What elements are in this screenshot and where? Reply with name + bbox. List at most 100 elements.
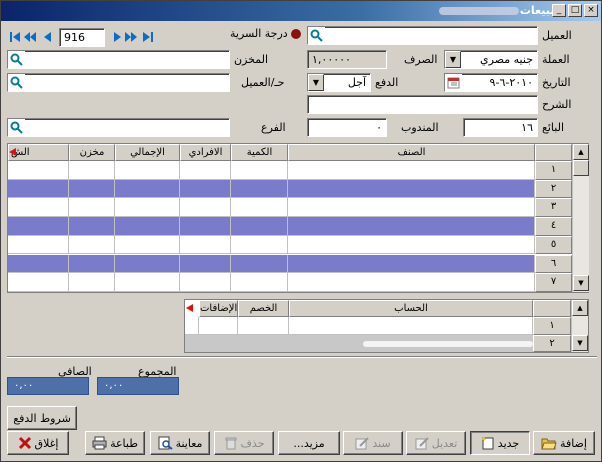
item-cell[interactable] bbox=[231, 198, 288, 218]
description-field[interactable] bbox=[307, 95, 538, 114]
accounts-scroll-down-icon[interactable]: ▼ bbox=[572, 335, 588, 351]
item-cell[interactable] bbox=[180, 161, 231, 180]
close-window-button[interactable]: × bbox=[584, 4, 598, 17]
scroll-down-icon[interactable]: ▼ bbox=[573, 275, 589, 291]
add-button[interactable]: إضافة bbox=[533, 431, 595, 455]
item-cell[interactable] bbox=[288, 161, 535, 180]
voucher-button[interactable]: سند bbox=[343, 431, 403, 455]
item-cell[interactable] bbox=[288, 235, 535, 255]
item-cell[interactable] bbox=[8, 161, 69, 180]
print-button[interactable]: طباعة bbox=[85, 431, 145, 455]
item-cell[interactable] bbox=[8, 273, 69, 292]
item-cell[interactable] bbox=[115, 254, 180, 274]
more-button[interactable]: مزيد... bbox=[278, 431, 340, 455]
item-cell[interactable] bbox=[231, 179, 288, 199]
item-cell[interactable] bbox=[69, 179, 115, 199]
branch-field[interactable] bbox=[7, 118, 230, 137]
col-header-warehouse[interactable]: مخزن bbox=[69, 144, 115, 161]
item-cell[interactable] bbox=[8, 235, 69, 255]
accounts-cell[interactable] bbox=[199, 317, 238, 335]
payment-terms-button[interactable]: شروط الدفع bbox=[7, 406, 77, 430]
new-button[interactable]: جديد bbox=[470, 431, 530, 455]
col-header-more[interactable]: الش bbox=[8, 144, 69, 161]
item-row-header[interactable]: ١ bbox=[535, 161, 572, 180]
scroll-up-icon[interactable]: ▲ bbox=[573, 144, 589, 160]
first-record-icon[interactable] bbox=[8, 29, 22, 45]
item-cell[interactable] bbox=[115, 198, 180, 218]
item-row-header[interactable]: ٧ bbox=[535, 273, 572, 292]
item-cell[interactable] bbox=[180, 198, 231, 218]
col-header-item[interactable]: الصنف bbox=[288, 144, 535, 161]
item-cell[interactable] bbox=[8, 217, 69, 236]
next-page-icon[interactable] bbox=[124, 29, 138, 45]
accounts-cell[interactable] bbox=[289, 317, 533, 335]
item-cell[interactable] bbox=[231, 161, 288, 180]
currency-dropdown-icon[interactable]: ▼ bbox=[445, 51, 461, 68]
items-scrollbar[interactable]: ▲ ▼ bbox=[572, 144, 589, 292]
item-cell[interactable] bbox=[288, 217, 535, 236]
item-cell[interactable] bbox=[180, 235, 231, 255]
prev-record-icon[interactable] bbox=[40, 29, 54, 45]
item-cell[interactable] bbox=[69, 198, 115, 218]
item-cell[interactable] bbox=[69, 273, 115, 292]
col-header-total[interactable]: الإجمالي bbox=[115, 144, 180, 161]
item-cell[interactable] bbox=[69, 217, 115, 236]
record-number-field[interactable]: 916 bbox=[59, 28, 105, 47]
rep-field[interactable]: ٠ bbox=[307, 118, 387, 137]
customer-search-icon[interactable] bbox=[308, 27, 325, 44]
preview-button[interactable]: معاينة bbox=[150, 431, 210, 455]
prev-page-icon[interactable] bbox=[23, 29, 37, 45]
item-cell[interactable] bbox=[115, 161, 180, 180]
next-record-icon[interactable] bbox=[111, 29, 125, 45]
accounts-row-header[interactable]: ١ bbox=[533, 317, 571, 335]
item-cell[interactable] bbox=[180, 217, 231, 236]
item-cell[interactable] bbox=[8, 179, 69, 199]
item-row-header[interactable]: ٤ bbox=[535, 217, 572, 236]
warehouse-field[interactable] bbox=[7, 50, 230, 69]
item-cell[interactable] bbox=[288, 198, 535, 218]
payment-dropdown-icon[interactable]: ▼ bbox=[308, 74, 324, 91]
item-cell[interactable] bbox=[69, 161, 115, 180]
exchange-rate-field[interactable]: ١,٠٠٠٠٠ bbox=[307, 50, 387, 69]
close-button[interactable]: إغلاق bbox=[7, 431, 69, 455]
accounts-row-header[interactable]: ٢ bbox=[533, 335, 571, 352]
item-cell[interactable] bbox=[288, 273, 535, 292]
item-cell[interactable] bbox=[69, 235, 115, 255]
account-search-icon[interactable] bbox=[8, 74, 25, 91]
item-cell[interactable] bbox=[115, 273, 180, 292]
item-cell[interactable] bbox=[115, 235, 180, 255]
item-row-header[interactable]: ٣ bbox=[535, 198, 572, 218]
item-row-header[interactable]: ٦ bbox=[535, 254, 572, 274]
accounts-scrollbar[interactable]: ▲ ▼ bbox=[571, 300, 588, 352]
item-cell[interactable] bbox=[115, 217, 180, 236]
col-header-qty[interactable]: الكمية bbox=[231, 144, 288, 161]
item-cell[interactable] bbox=[8, 254, 69, 274]
item-cell[interactable] bbox=[180, 179, 231, 199]
last-record-icon[interactable] bbox=[141, 29, 155, 45]
minimize-button[interactable]: _ bbox=[552, 4, 566, 17]
col-header-account[interactable]: الحساب bbox=[289, 300, 533, 317]
item-cell[interactable] bbox=[115, 179, 180, 199]
item-cell[interactable] bbox=[231, 273, 288, 292]
calendar-icon[interactable] bbox=[445, 74, 462, 91]
delete-button[interactable]: حذف bbox=[214, 431, 274, 455]
col-header-unit-price[interactable]: الافرادي bbox=[180, 144, 231, 161]
branch-search-icon[interactable] bbox=[8, 119, 25, 136]
maximize-button[interactable]: □ bbox=[568, 4, 582, 17]
item-cell[interactable] bbox=[180, 273, 231, 292]
edit-button[interactable]: تعديل bbox=[406, 431, 466, 455]
item-cell[interactable] bbox=[231, 217, 288, 236]
customer-field[interactable] bbox=[307, 26, 538, 45]
accounts-cell[interactable] bbox=[185, 317, 199, 335]
item-cell[interactable] bbox=[288, 179, 535, 199]
item-row-header[interactable]: ٢ bbox=[535, 179, 572, 199]
col-header-additions[interactable]: الإضافات bbox=[199, 300, 238, 317]
accounts-scroll-up-icon[interactable]: ▲ bbox=[572, 300, 588, 316]
scroll-thumb[interactable] bbox=[573, 160, 589, 176]
warehouse-search-icon[interactable] bbox=[8, 51, 25, 68]
customer-account-field[interactable] bbox=[7, 73, 230, 92]
accounts-cell[interactable] bbox=[238, 317, 289, 335]
item-cell[interactable] bbox=[180, 254, 231, 274]
seller-field[interactable]: ١٦ bbox=[463, 118, 538, 137]
item-cell[interactable] bbox=[8, 198, 69, 218]
